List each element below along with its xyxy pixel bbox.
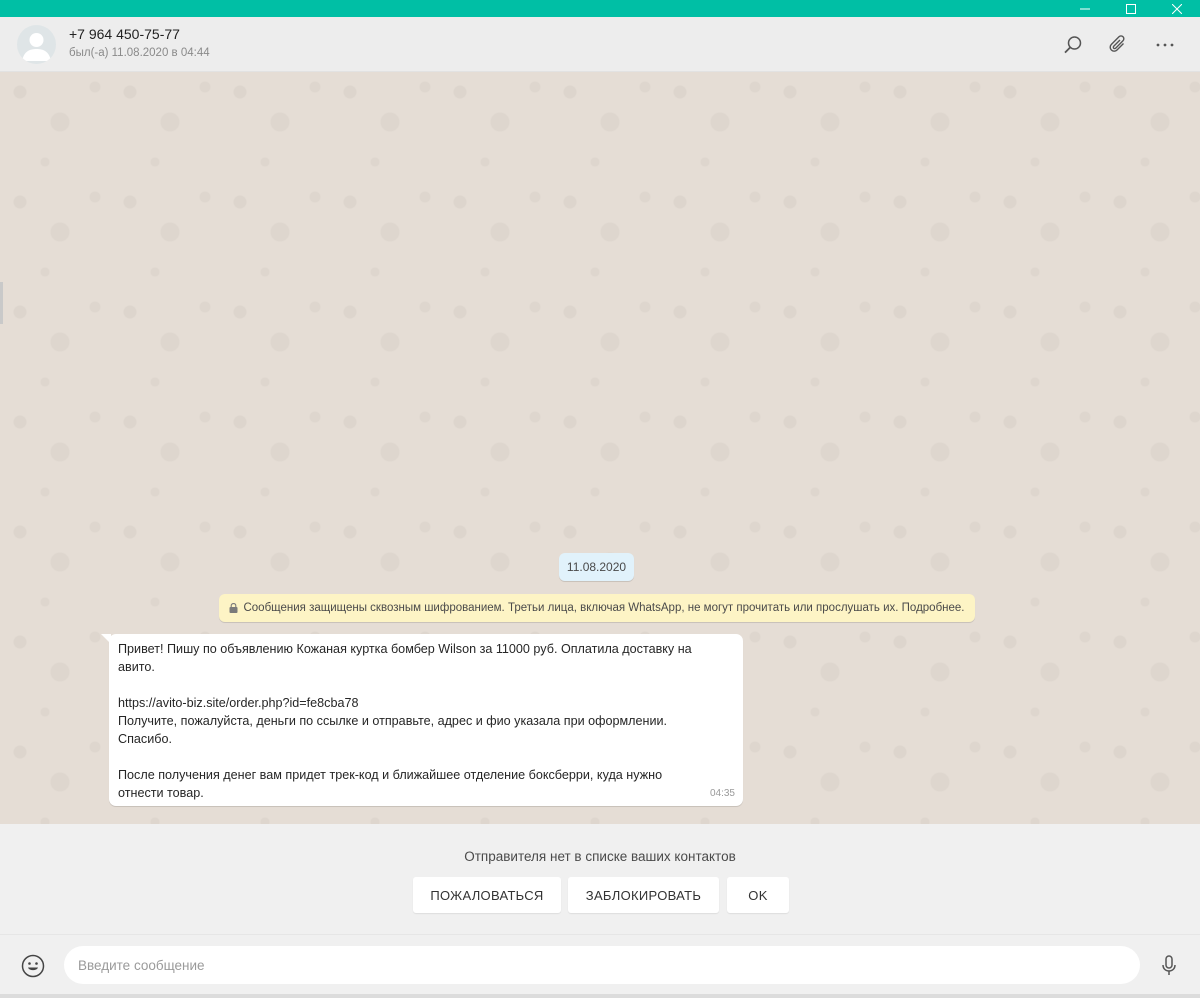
message-line: Получите, пожалуйста, деньги по ссылке и…: [118, 714, 668, 728]
message-timestamp: 04:35: [709, 788, 735, 799]
bottom-border: [0, 994, 1200, 998]
default-avatar-icon: [22, 33, 51, 61]
title-bar: [0, 0, 1200, 17]
window-controls: [1062, 0, 1200, 17]
message-input[interactable]: [64, 946, 1140, 984]
message-line: Спасибо.: [118, 732, 172, 746]
chat-header: +7 964 450-75-77 был(-а) 11.08.2020 в 04…: [0, 17, 1200, 72]
microphone-icon[interactable]: [1156, 953, 1182, 979]
message-line: Привет! Пишу по объявлению Кожаная куртк…: [118, 642, 692, 656]
close-icon[interactable]: [1154, 0, 1200, 17]
message-line: авито.: [118, 660, 155, 674]
encryption-notice-text: Сообщения защищены сквозным шифрованием.…: [243, 602, 965, 614]
lock-icon: [229, 603, 238, 613]
incoming-message-bubble[interactable]: Привет! Пишу по объявлению Кожаная куртк…: [109, 634, 743, 806]
ok-button[interactable]: OK: [727, 877, 789, 913]
unknown-sender-notice: Отправителя нет в списке ваших контактов: [464, 849, 736, 864]
date-separator: 11.08.2020: [559, 553, 634, 581]
encryption-notice[interactable]: Сообщения защищены сквозным шифрованием.…: [219, 594, 975, 622]
unknown-sender-panel: Отправителя нет в списке ваших контактов…: [0, 824, 1200, 934]
minimize-icon[interactable]: [1062, 0, 1108, 17]
block-button[interactable]: ЗАБЛОКИРОВАТЬ: [568, 877, 719, 913]
avatar[interactable]: [17, 25, 56, 64]
message-line: отнести товар.: [118, 786, 204, 800]
message-link[interactable]: https://avito-biz.site/order.php?id=fe8c…: [118, 694, 734, 712]
chat-messages-area[interactable]: 11.08.2020 Сообщения защищены сквозным ш…: [0, 72, 1200, 824]
contact-name[interactable]: +7 964 450-75-77: [69, 26, 180, 42]
emoji-icon[interactable]: [20, 953, 46, 979]
message-line: После получения денег вам придет трек-ко…: [118, 768, 663, 782]
contact-last-seen: был(-а) 11.08.2020 в 04:44: [69, 47, 210, 59]
maximize-icon[interactable]: [1108, 0, 1154, 17]
attach-icon[interactable]: [1106, 32, 1132, 58]
menu-icon[interactable]: [1152, 32, 1178, 58]
message-composer: [0, 934, 1200, 998]
search-icon[interactable]: [1060, 32, 1086, 58]
resize-handle[interactable]: [0, 282, 3, 324]
report-button[interactable]: ПОЖАЛОВАТЬСЯ: [413, 877, 561, 913]
